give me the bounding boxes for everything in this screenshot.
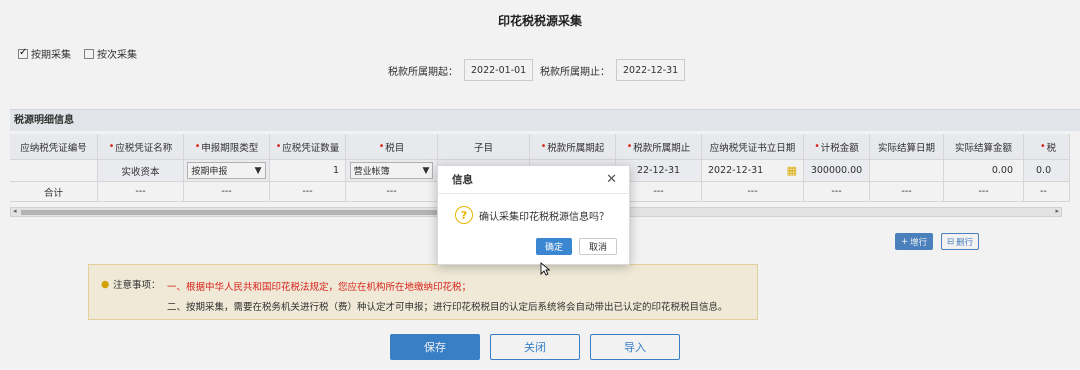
- dialog-buttons: 确定 取消: [535, 238, 617, 255]
- dialog-ok-button[interactable]: 确定: [535, 238, 572, 255]
- mouse-cursor-icon: [540, 262, 550, 276]
- dialog-body: ? 确认采集印花税税源信息吗？: [438, 194, 629, 224]
- dialog-title: 信息: [452, 174, 473, 186]
- confirm-dialog: 信息 ✕ ? 确认采集印花税税源信息吗？ 确定 取消: [437, 165, 630, 265]
- dialog-message: 确认采集印花税税源信息吗？: [479, 211, 609, 223]
- close-icon[interactable]: ✕: [606, 172, 617, 187]
- dialog-header: 信息 ✕: [438, 166, 629, 194]
- dialog-cancel-button[interactable]: 取消: [578, 238, 617, 255]
- question-icon: ?: [455, 206, 473, 224]
